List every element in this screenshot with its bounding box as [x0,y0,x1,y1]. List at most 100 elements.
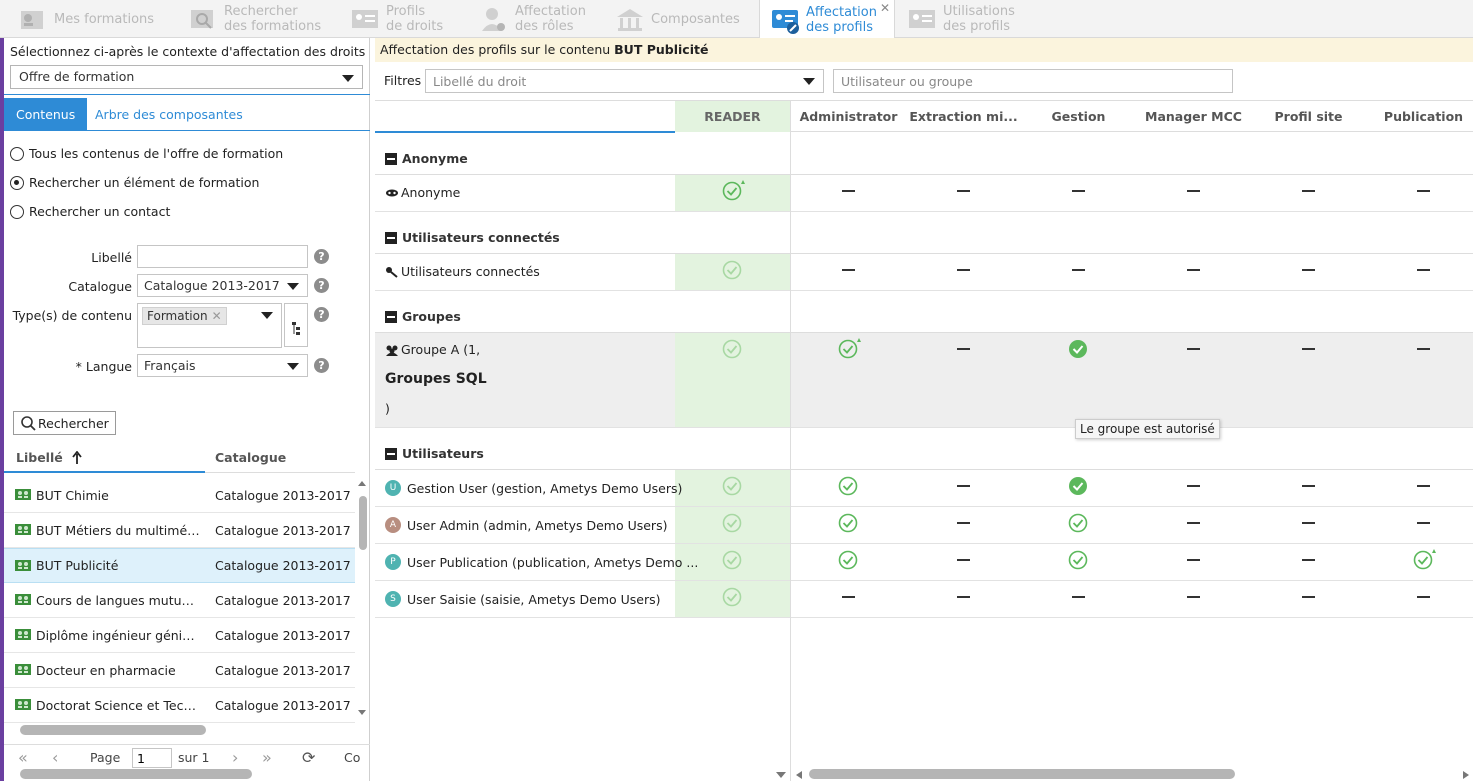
not-set-dash[interactable] [1068,587,1088,607]
col-reader[interactable]: READER [675,101,790,132]
tab-utilisations-profils[interactable]: Utilisations des profils [907,0,1015,38]
page-input[interactable] [132,748,172,768]
group-utilisateurs[interactable]: Utilisateurs [375,428,1473,470]
not-set-dash[interactable] [1183,513,1203,533]
tab-arbre-composantes[interactable]: Arbre des composantes [83,98,255,130]
first-page-icon[interactable]: « [18,748,28,767]
not-set-dash[interactable] [953,339,973,359]
allowed-icon[interactable] [722,513,742,533]
not-set-dash[interactable] [1298,476,1318,496]
not-set-dash[interactable] [1068,181,1088,201]
tab-affectation-profils[interactable]: Affectation des profils ✕ [759,0,895,39]
collapse-icon[interactable] [385,231,397,244]
not-set-dash[interactable] [1183,260,1203,280]
allowed-icon[interactable] [722,339,742,359]
langue-select[interactable]: Français [137,354,308,377]
help-icon[interactable]: ? [314,307,329,322]
tree-select-button[interactable] [284,303,308,347]
allowed-icon[interactable] [1068,550,1088,570]
tab-profils-droits[interactable]: Profils de droits [350,0,444,38]
libelle-input[interactable] [137,245,308,268]
not-set-dash[interactable] [1413,587,1433,607]
allowed-icon[interactable] [1068,513,1088,533]
not-set-dash[interactable] [1298,181,1318,201]
list-item[interactable]: Doctorat Science et Technologie Catalogue… [4,688,355,723]
not-set-dash[interactable] [1298,550,1318,570]
user-group-filter-input[interactable]: Utilisateur ou groupe [833,69,1233,93]
not-set-dash[interactable] [1183,587,1203,607]
not-set-dash[interactable] [953,550,973,570]
scroll-thumb[interactable] [359,496,367,550]
not-set-dash[interactable] [838,260,858,280]
last-page-icon[interactable]: » [262,748,272,767]
help-icon[interactable]: ? [314,249,329,264]
col-profil-site[interactable]: Profil site [1251,101,1366,132]
tab-affectation-roles[interactable]: Affectation des rôles [479,0,595,38]
radio-search-element[interactable]: Rechercher un élément de formation [10,175,259,190]
not-set-dash[interactable] [1413,476,1433,496]
col-administrator[interactable]: Administrator [791,101,906,132]
not-set-dash[interactable] [1298,260,1318,280]
not-set-dash[interactable] [953,260,973,280]
right-filter-select[interactable]: Libellé du droit [425,69,824,93]
col-publication[interactable]: Publication [1366,101,1473,132]
allowed-icon[interactable] [838,476,858,496]
tab-contenus[interactable]: Contenus [4,98,88,130]
context-select[interactable]: Offre de formation [10,65,363,89]
allowed-filled-icon[interactable] [1068,476,1088,496]
pager-hscroll[interactable] [20,769,252,779]
list-item[interactable]: Docteur en pharmacie Catalogue 2013-2017 [4,653,355,688]
close-tab-icon[interactable]: ✕ [880,1,890,16]
allowed-inherited-icon[interactable] [722,180,745,201]
tab-mes-formations[interactable]: Mes formations [18,0,154,38]
group-utilisateurs-connectes[interactable]: Utilisateurs connectés [375,212,1473,254]
collapse-icon[interactable] [385,152,397,165]
not-set-dash[interactable] [1183,181,1203,201]
list-item[interactable]: BUT Chimie Catalogue 2013-2017 [4,478,355,513]
not-set-dash[interactable] [953,476,973,496]
next-page-icon[interactable]: › [232,748,238,767]
not-set-dash[interactable] [1413,181,1433,201]
help-icon[interactable]: ? [314,278,329,293]
list-item[interactable]: BUT Métiers du multimédia et de l'intern… [4,513,355,548]
allowed-icon[interactable] [722,587,742,607]
not-set-dash[interactable] [1298,513,1318,533]
search-button[interactable]: Rechercher [13,411,116,435]
not-set-dash[interactable] [838,587,858,607]
col-extraction[interactable]: Extraction mi... [906,101,1021,132]
not-set-dash[interactable] [1183,550,1203,570]
allowed-inherited-icon[interactable] [1413,549,1436,570]
list-item[interactable]: BUT Publicité Catalogue 2013-2017 [4,548,355,583]
allowed-icon[interactable] [722,550,742,570]
allowed-icon[interactable] [722,260,742,280]
not-set-dash[interactable] [1413,339,1433,359]
not-set-dash[interactable] [953,513,973,533]
list-item[interactable]: Cours de langues mutualisés Catalogue 201… [4,583,355,618]
not-set-dash[interactable] [1413,513,1433,533]
allowed-filled-icon[interactable] [1068,339,1088,359]
collapse-icon[interactable] [385,447,397,460]
allowed-inherited-icon[interactable] [838,338,861,359]
allowed-icon[interactable] [838,513,858,533]
not-set-dash[interactable] [1068,260,1088,280]
col-manager-mcc[interactable]: Manager MCC [1136,101,1251,132]
grid-hscroll[interactable] [809,769,1235,779]
radio-search-contact[interactable]: Rechercher un contact [10,204,170,219]
radio-all-contents[interactable]: Tous les contenus de l'offre de formatio… [10,146,283,161]
allowed-icon[interactable] [838,550,858,570]
tab-composantes[interactable]: Composantes [615,0,740,38]
results-scrollbar[interactable] [356,478,368,718]
not-set-dash[interactable] [1298,587,1318,607]
results-hscroll[interactable] [20,725,206,735]
not-set-dash[interactable] [838,181,858,201]
refresh-icon[interactable]: ⟳ [302,748,315,767]
not-set-dash[interactable] [953,181,973,201]
list-item[interactable]: Diplôme ingénieur génie des procédés Cata… [4,618,355,653]
catalogue-select[interactable]: Catalogue 2013-2017 [137,274,308,297]
help-icon[interactable]: ? [314,358,329,373]
remove-chip-icon[interactable]: ✕ [212,309,222,323]
not-set-dash[interactable] [1413,260,1433,280]
col-gestion[interactable]: Gestion [1021,101,1136,132]
not-set-dash[interactable] [1183,339,1203,359]
tab-rechercher-formations[interactable]: Rechercher des formations [188,0,324,38]
